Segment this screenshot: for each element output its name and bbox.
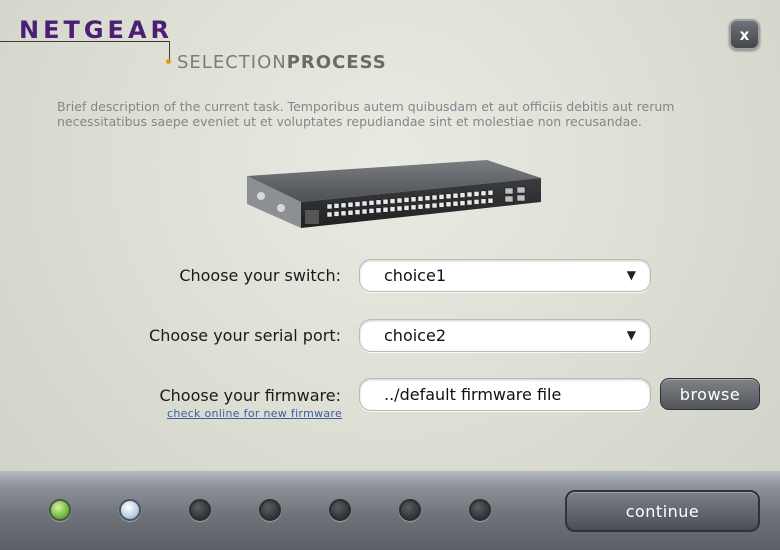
installer-window: NETGEAR SELECTIONPROCESS x Brief descrip…: [0, 0, 780, 550]
check-firmware-link[interactable]: check online for new firmware: [167, 407, 342, 420]
step-indicator-7: [469, 499, 491, 521]
title-bold: PROCESS: [286, 52, 387, 73]
step-indicator-2: [119, 499, 141, 521]
serial-port-select-value: choice2: [384, 326, 446, 345]
step-indicator-5: [329, 499, 351, 521]
browse-button[interactable]: browse: [660, 378, 760, 410]
logo-rule-horizontal: [0, 41, 170, 42]
step-indicator-4: [259, 499, 281, 521]
serial-port-label: Choose your serial port:: [149, 326, 341, 345]
close-button[interactable]: x: [729, 19, 760, 50]
firmware-path-field[interactable]: ../default firmware file: [359, 378, 651, 411]
page-title: SELECTIONPROCESS: [177, 52, 387, 73]
step-indicator-3: [189, 499, 211, 521]
switch-select-value: choice1: [384, 266, 446, 285]
step-indicator-6: [399, 499, 421, 521]
chevron-down-icon[interactable]: ▼: [627, 268, 636, 282]
network-switch-image: [247, 160, 541, 228]
logo-accent-dot: [166, 59, 171, 64]
netgear-logo: NETGEAR: [19, 16, 173, 44]
firmware-path-value: ../default firmware file: [384, 385, 562, 404]
firmware-label: Choose your firmware:: [159, 386, 341, 405]
title-light: SELECTION: [177, 52, 287, 73]
step-indicator-1: [49, 499, 71, 521]
task-description: Brief description of the current task. T…: [57, 99, 675, 129]
switch-select[interactable]: choice1 ▼: [359, 259, 651, 292]
chevron-down-icon[interactable]: ▼: [627, 328, 636, 342]
switch-label: Choose your switch:: [179, 266, 341, 285]
footer-bar: continue: [0, 470, 780, 550]
continue-button[interactable]: continue: [565, 490, 760, 532]
serial-port-select[interactable]: choice2 ▼: [359, 319, 651, 352]
logo-rule-vertical: [169, 41, 170, 61]
